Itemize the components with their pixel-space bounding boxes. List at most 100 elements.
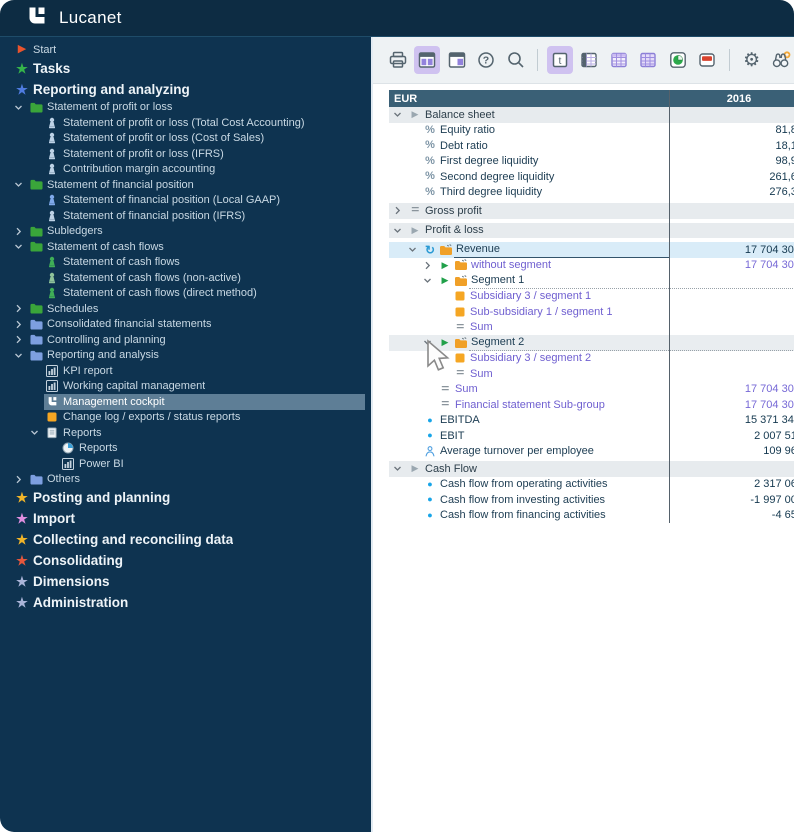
row-value-2016[interactable]: 17 704 301, <box>669 258 794 274</box>
sidebar-item-controlling-and-planning[interactable]: Controlling and planning <box>0 332 371 348</box>
sidebar-item-start[interactable]: ▶Start <box>0 42 371 58</box>
report-row-debt-ratio[interactable]: %Debt ratio18,18 <box>389 138 794 154</box>
report-row-profit-loss[interactable]: ▶Profit & loss <box>389 223 794 239</box>
toolbar-help-button[interactable]: ? <box>473 46 498 74</box>
chevron-right-icon[interactable] <box>14 304 28 313</box>
sidebar-item-reports[interactable]: Reports <box>0 425 371 441</box>
sidebar-item-statement-of-financial-position-ifrs[interactable]: Statement of financial position (IFRS) <box>0 208 371 224</box>
sidebar-item-statement-of-profit-or-loss-ifrs[interactable]: Statement of profit or loss (IFRS) <box>0 146 371 162</box>
row-value-2016[interactable]: 17 704 301, <box>669 242 794 258</box>
chevron-down-icon[interactable] <box>14 351 28 360</box>
toolbar-cell-text-button[interactable]: t <box>547 46 572 74</box>
toolbar-report-layout-button[interactable] <box>414 46 439 74</box>
sidebar-item-consolidated-financial-statements[interactable]: Consolidated financial statements <box>0 317 371 333</box>
row-value-2016[interactable] <box>669 273 794 289</box>
sidebar-item-reporting-and-analysis[interactable]: Reporting and analysis <box>0 348 371 364</box>
chevron-right-icon[interactable] <box>14 335 28 344</box>
report-row-second-degree-liquidity[interactable]: %Second degree liquidity261,62 <box>389 169 794 185</box>
row-value-2016[interactable] <box>669 461 794 477</box>
report-row-first-degree-liquidity[interactable]: %First degree liquidity98,91 <box>389 154 794 170</box>
chevron-down-icon[interactable] <box>423 276 437 285</box>
report-row-third-degree-liquidity[interactable]: %Third degree liquidity276,39 <box>389 185 794 201</box>
sidebar-item-tasks[interactable]: ★Tasks <box>0 58 371 79</box>
column-header-year[interactable]: 2016 <box>669 90 794 107</box>
row-value-2016[interactable]: 109 964 <box>669 444 794 460</box>
report-row-cash-flow-from-financing-activities[interactable]: ●Cash flow from financing activities-4 6… <box>389 508 794 524</box>
row-value-2016[interactable]: 98,91 <box>669 154 794 170</box>
chevron-down-icon[interactable] <box>14 103 28 112</box>
sidebar-item-change-log-exports-status-reports[interactable]: Change log / exports / status reports <box>0 410 371 426</box>
row-value-2016[interactable] <box>669 304 794 320</box>
report-row-cash-flow-from-operating-activities[interactable]: ●Cash flow from operating activities2 31… <box>389 477 794 493</box>
sidebar-item-consolidating[interactable]: ★Consolidating <box>0 550 371 571</box>
toolbar-cards-red-button[interactable] <box>695 46 720 74</box>
toolbar-grid-planning-button[interactable] <box>606 46 631 74</box>
row-value-2016[interactable]: 17 704 301, <box>669 397 794 413</box>
report-row-without-segment[interactable]: ▶without segment17 704 301, <box>389 258 794 274</box>
row-value-2016[interactable]: 15 371 347, <box>669 413 794 429</box>
sidebar-item-power-bi[interactable]: Power BI <box>0 456 371 472</box>
sidebar-item-import[interactable]: ★Import <box>0 508 371 529</box>
chevron-right-icon[interactable] <box>14 475 28 484</box>
sidebar-item-statement-of-cash-flows[interactable]: Statement of cash flows <box>0 255 371 271</box>
sidebar-item-working-capital-management[interactable]: Working capital management <box>0 379 371 395</box>
sidebar-item-statement-of-cash-flows-non-active[interactable]: Statement of cash flows (non-active) <box>0 270 371 286</box>
sidebar-item-statement-of-financial-position[interactable]: Statement of financial position <box>0 177 371 193</box>
row-value-2016[interactable] <box>669 366 794 382</box>
report-row-average-turnover-per-employee[interactable]: Average turnover per employee109 964 <box>389 444 794 460</box>
chevron-right-icon[interactable] <box>423 261 437 270</box>
column-header-currency[interactable]: EUR <box>389 90 669 107</box>
report-row-ebit[interactable]: ●EBIT2 007 513 <box>389 428 794 444</box>
sidebar-item-statement-of-profit-or-loss-total-cost-accounting[interactable]: Statement of profit or loss (Total Cost … <box>0 115 371 131</box>
row-value-2016[interactable]: -1 997 002 <box>669 492 794 508</box>
sidebar-item-others[interactable]: Others <box>0 472 371 488</box>
sidebar-item-reports[interactable]: Reports <box>0 441 371 457</box>
row-value-2016[interactable]: -4 659 <box>669 508 794 524</box>
row-value-2016[interactable]: 81,82 <box>669 123 794 139</box>
toolbar-search-button[interactable] <box>503 46 528 74</box>
toolbar-cube-button[interactable] <box>665 46 690 74</box>
report-row-subsidiary-3-segment-1[interactable]: Subsidiary 3 / segment 1 <box>389 289 794 305</box>
report-row-sum[interactable]: =Sum <box>389 320 794 336</box>
sidebar-item-administration[interactable]: ★Administration <box>0 592 371 613</box>
report-row-cash-flow[interactable]: ▶Cash Flow <box>389 461 794 477</box>
chevron-down-icon[interactable] <box>408 245 422 254</box>
toolbar-grid-values-button[interactable] <box>577 46 602 74</box>
chevron-down-icon[interactable] <box>30 428 44 437</box>
toolbar-settings-gear-button[interactable]: ⚙ <box>739 46 764 74</box>
report-row-sub-subsidiary-1-segment-1[interactable]: Sub-subsidiary 1 / segment 1 <box>389 304 794 320</box>
row-value-2016[interactable]: 17 704 301, <box>669 382 794 398</box>
row-value-2016[interactable] <box>669 320 794 336</box>
sidebar-item-contribution-margin-accounting[interactable]: Contribution margin accounting <box>0 162 371 178</box>
sidebar-item-statement-of-financial-position-local-gaap[interactable]: Statement of financial position (Local G… <box>0 193 371 209</box>
sidebar-item-posting-and-planning[interactable]: ★Posting and planning <box>0 487 371 508</box>
report-row-segment-1[interactable]: ▶Segment 1 <box>389 273 794 289</box>
chevron-down-icon[interactable] <box>14 242 28 251</box>
toolbar-grid-analysis-button[interactable] <box>636 46 661 74</box>
row-value-2016[interactable]: 2 007 513 <box>669 428 794 444</box>
row-value-2016[interactable] <box>669 335 794 351</box>
sidebar-item-collecting-and-reconciling-data[interactable]: ★Collecting and reconciling data <box>0 529 371 550</box>
chevron-right-icon[interactable] <box>14 320 28 329</box>
report-row-equity-ratio[interactable]: %Equity ratio81,82 <box>389 123 794 139</box>
report-row-financial-statement-sub-group[interactable]: =Financial statement Sub-group17 704 301… <box>389 397 794 413</box>
chevron-down-icon[interactable] <box>393 226 407 235</box>
sidebar-item-reporting-and-analyzing[interactable]: ★Reporting and analyzing <box>0 79 371 100</box>
report-row-cash-flow-from-investing-activities[interactable]: ●Cash flow from investing activities-1 9… <box>389 492 794 508</box>
chevron-right-icon[interactable] <box>14 227 28 236</box>
report-row-balance-sheet[interactable]: ▶Balance sheet <box>389 107 794 123</box>
row-value-2016[interactable] <box>669 289 794 305</box>
sidebar-item-schedules[interactable]: Schedules <box>0 301 371 317</box>
row-value-2016[interactable] <box>669 351 794 367</box>
row-value-2016[interactable] <box>669 203 794 219</box>
row-value-2016[interactable]: 276,39 <box>669 185 794 201</box>
chevron-right-icon[interactable] <box>393 206 407 215</box>
sidebar-item-statement-of-cash-flows[interactable]: Statement of cash flows <box>0 239 371 255</box>
row-value-2016[interactable] <box>669 223 794 239</box>
sidebar-item-statement-of-profit-or-loss-cost-of-sales[interactable]: Statement of profit or loss (Cost of Sal… <box>0 131 371 147</box>
chevron-down-icon[interactable] <box>393 110 407 119</box>
row-value-2016[interactable]: 261,62 <box>669 169 794 185</box>
row-value-2016[interactable]: 2 317 060 <box>669 477 794 493</box>
row-value-2016[interactable]: 18,18 <box>669 138 794 154</box>
sidebar-item-statement-of-cash-flows-direct-method[interactable]: Statement of cash flows (direct method) <box>0 286 371 302</box>
